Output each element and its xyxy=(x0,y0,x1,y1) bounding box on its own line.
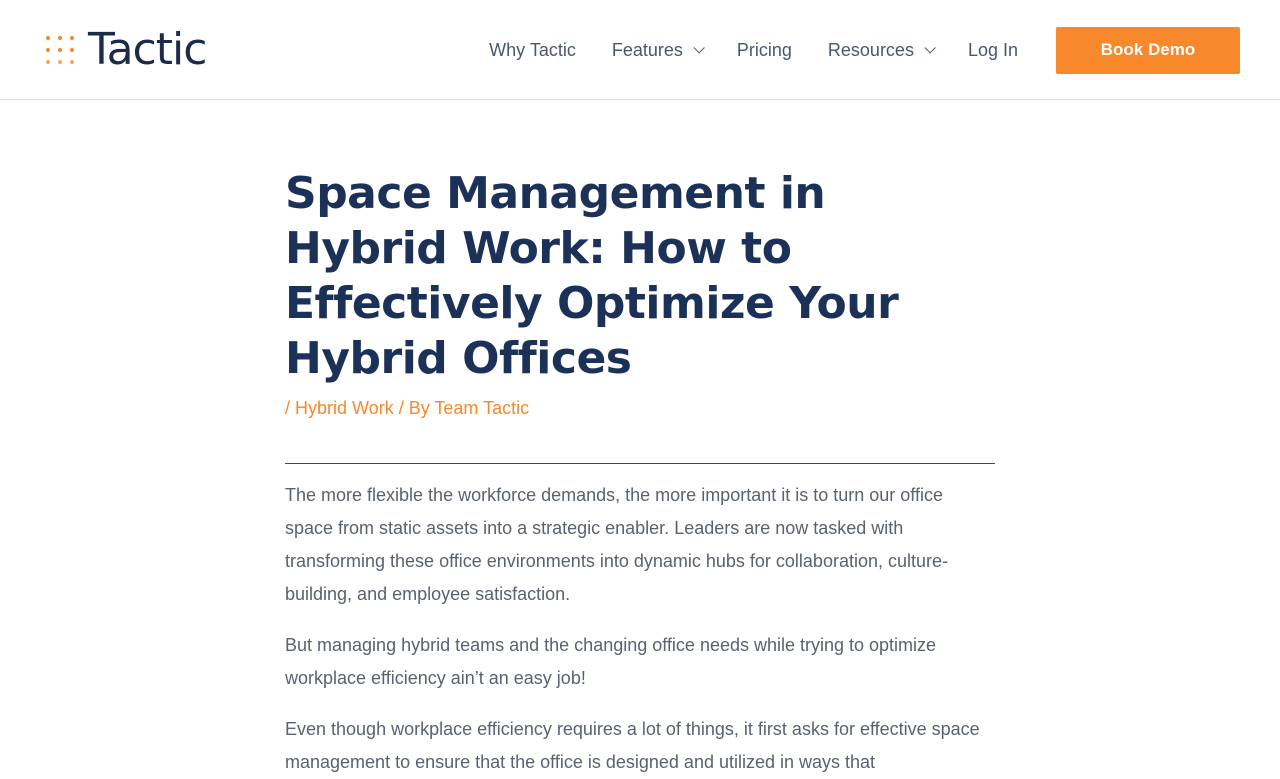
nav-item-label: Log In xyxy=(967,39,1018,60)
title-divider xyxy=(285,463,995,464)
nav-features[interactable]: Features xyxy=(611,39,705,61)
author-link[interactable]: Team Tactic xyxy=(434,398,529,418)
nav-pricing[interactable]: Pricing xyxy=(737,40,792,61)
nav-why-tactic[interactable]: Why Tactic xyxy=(489,40,576,61)
paragraph: The more flexible the workforce demands,… xyxy=(285,485,949,604)
paragraph: But managing hybrid teams and the changi… xyxy=(285,635,937,688)
nav-item-label: Why Tactic xyxy=(489,39,576,60)
meta-prefix: / xyxy=(285,398,296,418)
nav-item-label: Pricing xyxy=(736,39,792,60)
logo-wordmark: Tactic xyxy=(88,24,207,75)
nav-log-in[interactable]: Log In xyxy=(968,40,1018,61)
logo-dots-icon xyxy=(46,36,74,64)
article: Space Management in Hybrid Work: How to … xyxy=(285,166,995,779)
meta-by: / By xyxy=(393,398,435,418)
paragraph: Even though workplace efficiency require… xyxy=(285,719,980,772)
site-header: Tactic Why Tactic Features Pricing Resou… xyxy=(0,0,1280,100)
article-meta: / Hybrid Work / By Team Tactic xyxy=(285,398,995,419)
nav-item-label: Resources xyxy=(827,39,914,60)
nav-resources[interactable]: Resources xyxy=(827,39,936,61)
nav-item-label: Features xyxy=(611,39,683,60)
article-body: The more flexible the workforce demands,… xyxy=(285,479,995,779)
chevron-down-icon xyxy=(693,42,705,54)
book-demo-button[interactable]: Book Demo xyxy=(1056,26,1240,74)
article-title: Space Management in Hybrid Work: How to … xyxy=(285,168,899,384)
chevron-down-icon xyxy=(924,42,936,54)
tactic-logo[interactable]: Tactic xyxy=(46,24,207,75)
category-link[interactable]: Hybrid Work xyxy=(295,398,394,418)
main-nav: Why Tactic Features Pricing Resources Lo… xyxy=(489,0,1240,100)
